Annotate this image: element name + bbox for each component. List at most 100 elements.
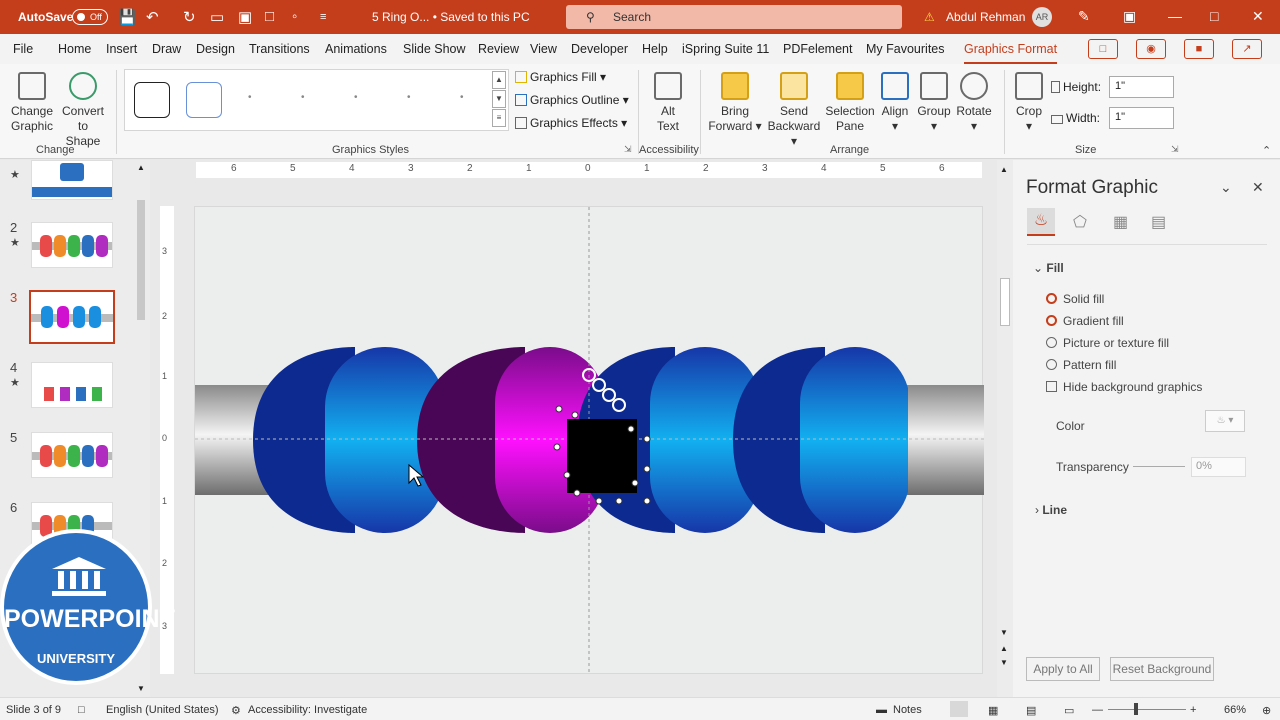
zoom-in-icon[interactable]: +: [1190, 704, 1196, 716]
spellcheck-icon[interactable]: □: [78, 704, 85, 716]
tab-draw[interactable]: Draw: [152, 42, 181, 56]
effects-tab-icon[interactable]: ⬠: [1073, 212, 1087, 232]
alt-text-button[interactable]: Alt Text: [646, 72, 690, 134]
search-box[interactable]: ⚲ Search: [566, 5, 902, 29]
document-title[interactable]: 5 Ring O... • Saved to this PC: [372, 10, 530, 24]
style-swatch-6[interactable]: •: [407, 92, 411, 103]
gallery-more-button[interactable]: ≡: [492, 109, 506, 127]
save-icon[interactable]: 💾: [118, 8, 137, 26]
size-properties-tab-icon[interactable]: ▦: [1113, 212, 1128, 232]
user-name[interactable]: Abdul Rehman: [946, 10, 1025, 24]
collapse-ribbon-icon[interactable]: ⌃: [1262, 144, 1271, 157]
slide-thumbnail-2[interactable]: [31, 222, 113, 268]
tab-graphics-format[interactable]: Graphics Format: [964, 42, 1058, 64]
avatar[interactable]: AR: [1032, 7, 1052, 27]
notes-button[interactable]: Notes: [893, 704, 922, 716]
picture-tab-icon[interactable]: ▤: [1151, 212, 1166, 232]
gallery-up-button[interactable]: ▲: [492, 71, 506, 89]
height-input[interactable]: 1": [1109, 76, 1174, 98]
zoom-out-icon[interactable]: —: [1092, 704, 1103, 716]
tab-review[interactable]: Review: [478, 42, 519, 56]
pen-icon[interactable]: ✎: [1078, 8, 1090, 25]
accessibility-status[interactable]: Accessibility: Investigate: [248, 704, 367, 716]
present-teams-button[interactable]: ■: [1184, 39, 1214, 59]
tab-animations[interactable]: Animations: [325, 42, 387, 56]
reset-background-button[interactable]: Reset Background: [1110, 657, 1214, 681]
present-icon[interactable]: ▭: [210, 8, 224, 26]
graphics-outline-button[interactable]: Graphics Outline ▾: [515, 93, 629, 107]
scroll-down-icon[interactable]: ▼: [1000, 628, 1008, 637]
convert-to-shape-button[interactable]: Convert to Shape: [60, 72, 106, 149]
tab-transitions[interactable]: Transitions: [249, 42, 310, 56]
tab-slide-show[interactable]: Slide Show: [403, 42, 466, 56]
styles-launcher-icon[interactable]: ⇲: [624, 144, 632, 155]
slide-canvas[interactable]: [194, 206, 984, 675]
hide-background-checkbox[interactable]: Hide background graphics: [1046, 380, 1202, 394]
line-section-header[interactable]: › Line: [1035, 503, 1067, 517]
send-backward-button[interactable]: Send Backward ▾: [764, 72, 824, 149]
redo-icon[interactable]: ↻: [183, 8, 196, 26]
fill-section-header[interactable]: ⌄ Fill: [1033, 261, 1064, 275]
pane-options-icon[interactable]: ⌄: [1220, 179, 1232, 196]
tab-file[interactable]: File: [13, 42, 33, 56]
change-graphic-button[interactable]: Change Graphic: [6, 72, 58, 134]
tab-home[interactable]: Home: [58, 42, 91, 56]
style-swatch-4[interactable]: •: [301, 92, 305, 103]
style-swatch-2[interactable]: [186, 82, 222, 118]
slide-thumbnail-5[interactable]: [31, 432, 113, 478]
picture-icon[interactable]: □: [265, 8, 274, 25]
pane-close-icon[interactable]: ✕: [1252, 179, 1264, 196]
size-launcher-icon[interactable]: ⇲: [1171, 144, 1179, 155]
slide-scrollbar[interactable]: ▲ ▼ ▲ ▼: [997, 160, 1013, 697]
gradient-fill-radio[interactable]: Gradient fill: [1046, 314, 1124, 328]
tab-pdfelement[interactable]: PDFelement: [783, 42, 852, 56]
rotate-button[interactable]: Rotate ▾: [954, 72, 994, 134]
normal-view-icon[interactable]: [950, 701, 968, 717]
language-indicator[interactable]: English (United States): [106, 704, 219, 716]
group-button[interactable]: Group ▾: [916, 72, 952, 134]
fill-line-tab-icon[interactable]: ♨: [1027, 208, 1055, 236]
undo-icon[interactable]: ↶: [146, 8, 159, 26]
minimize-icon[interactable]: —: [1168, 8, 1182, 24]
slide-sorter-icon[interactable]: ▦: [988, 704, 998, 717]
zoom-slider[interactable]: [1108, 709, 1186, 710]
scroll-up-icon[interactable]: ▲: [1000, 165, 1008, 174]
slideshow-icon[interactable]: ▣: [238, 8, 252, 26]
slide-thumbnail-4[interactable]: [31, 362, 113, 408]
solid-fill-radio[interactable]: Solid fill: [1046, 292, 1104, 306]
style-swatch-1[interactable]: [134, 82, 170, 118]
zoom-level[interactable]: 66%: [1224, 704, 1246, 716]
crop-button[interactable]: Crop ▾: [1010, 72, 1048, 134]
apply-to-all-button[interactable]: Apply to All: [1026, 657, 1100, 681]
maximize-icon[interactable]: □: [1210, 8, 1218, 24]
scroll-up-icon[interactable]: ▲: [137, 163, 145, 172]
align-button[interactable]: Align ▾: [878, 72, 912, 134]
selection-pane-button[interactable]: Selection Pane: [825, 72, 875, 134]
comments-button[interactable]: □: [1088, 39, 1118, 59]
tab-help[interactable]: Help: [642, 42, 668, 56]
scroll-down-icon[interactable]: ▼: [137, 684, 145, 693]
share-button[interactable]: ↗: [1232, 39, 1262, 59]
graphics-effects-button[interactable]: Graphics Effects ▾: [515, 116, 627, 130]
slide-thumbnail-3[interactable]: [29, 290, 115, 344]
customize-qat-icon[interactable]: ≡: [320, 11, 326, 23]
fit-to-window-icon[interactable]: ⊕: [1262, 704, 1271, 717]
pattern-fill-radio[interactable]: Pattern fill: [1046, 358, 1116, 372]
scroll-thumb[interactable]: [1000, 278, 1010, 326]
ribbon-display-icon[interactable]: ▣: [1123, 8, 1136, 25]
record-button[interactable]: ◉: [1136, 39, 1166, 59]
tab-design[interactable]: Design: [196, 42, 235, 56]
picture-fill-radio[interactable]: Picture or texture fill: [1046, 336, 1169, 350]
tab-view[interactable]: View: [530, 42, 557, 56]
graphics-fill-button[interactable]: Graphics Fill ▾: [515, 70, 606, 84]
tab-developer[interactable]: Developer: [571, 42, 628, 56]
style-swatch-7[interactable]: •: [460, 92, 464, 103]
gallery-down-button[interactable]: ▼: [492, 90, 506, 108]
previous-slide-icon[interactable]: ▲: [1000, 644, 1008, 653]
close-icon[interactable]: ✕: [1252, 8, 1264, 25]
zoom-slider-thumb[interactable]: [1134, 703, 1138, 715]
slide-thumbnail-1[interactable]: [31, 160, 113, 200]
tab-insert[interactable]: Insert: [106, 42, 137, 56]
color-picker-button[interactable]: ♨ ▾: [1205, 410, 1245, 432]
tab-my-favourites[interactable]: My Favourites: [866, 42, 945, 56]
